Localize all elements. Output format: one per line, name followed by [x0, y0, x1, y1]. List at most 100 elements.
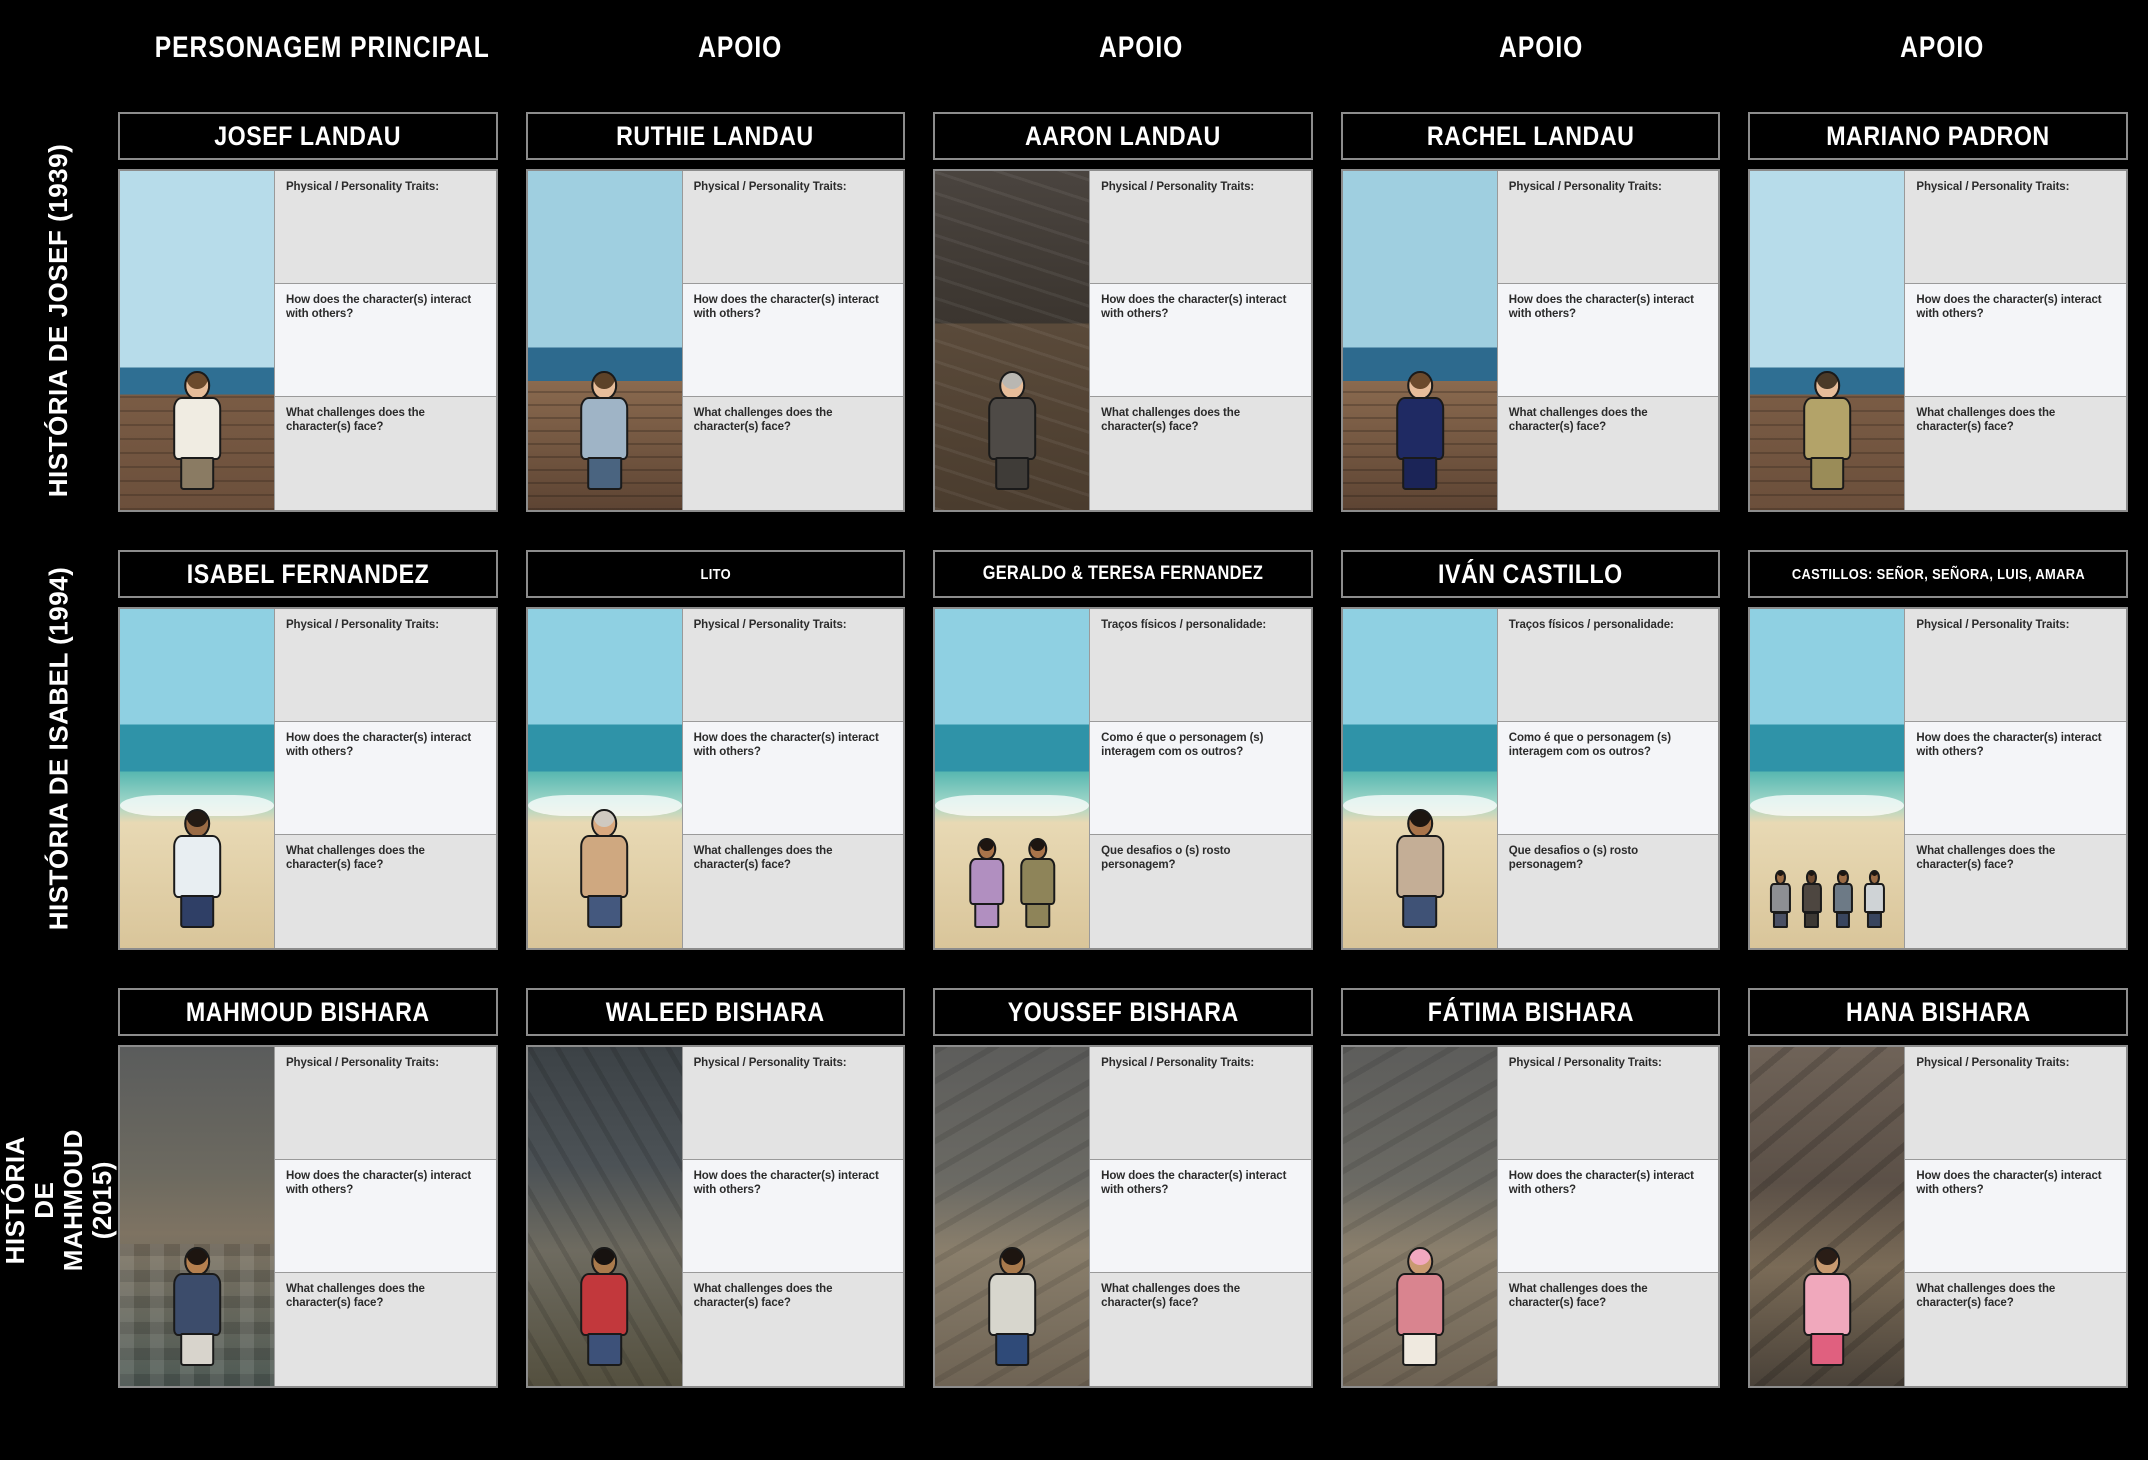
character-illustration[interactable] — [527, 171, 682, 510]
prompt-interact[interactable]: How does the character(s) interact with … — [681, 1160, 904, 1273]
prompt-challenges[interactable]: What challenges does the character(s) fa… — [1904, 835, 2126, 948]
prompt-interact[interactable]: How does the character(s) interact with … — [273, 722, 496, 835]
character-title-bar[interactable]: YOUSSEF BISHARA — [933, 988, 1313, 1036]
character-title-bar[interactable]: LITO — [525, 550, 906, 598]
character-title-bar[interactable]: JOSEF LANDAU — [118, 112, 498, 160]
prompt-challenges[interactable]: Que desafios o (s) rosto personagem? — [1089, 835, 1311, 948]
prompt-challenges[interactable]: What challenges does the character(s) fa… — [1089, 397, 1311, 510]
figure-legs — [994, 457, 1030, 490]
character-title-bar[interactable]: RUTHIE LANDAU — [525, 112, 906, 160]
character-illustration[interactable] — [120, 1047, 274, 1386]
prompt-traits[interactable]: Physical / Personality Traits: — [681, 1047, 904, 1160]
character-name: IVÁN CASTILLO — [1438, 558, 1623, 589]
prompt-traits[interactable]: Physical / Personality Traits: — [1496, 171, 1719, 284]
character-title-bar[interactable]: ISABEL FERNANDEZ — [118, 550, 498, 598]
character-illustration[interactable] — [1750, 171, 1905, 510]
character-illustration[interactable] — [1750, 609, 1905, 948]
prompt-interact[interactable]: How does the character(s) interact with … — [1496, 1160, 1719, 1273]
prompt-traits[interactable]: Traços físicos / personalidade: — [1496, 609, 1719, 722]
character-cell[interactable]: JOSEF LANDAU Physical / Personality Trait… — [118, 112, 498, 512]
character-title-bar[interactable]: WALEED BISHARA — [525, 988, 906, 1036]
prompt-challenges[interactable]: What challenges does the character(s) fa… — [1904, 1273, 2126, 1386]
prompt-traits[interactable]: Physical / Personality Traits: — [681, 171, 904, 284]
character-cell[interactable]: FÁTIMA BISHARA Physical / Personality Tra… — [1340, 988, 1721, 1388]
character-title-bar[interactable]: AARON LANDAU — [933, 112, 1313, 160]
character-title-bar[interactable]: RACHEL LANDAU — [1340, 112, 1721, 160]
character-illustration[interactable] — [1750, 1047, 1905, 1386]
character-illustration[interactable] — [1342, 609, 1497, 948]
prompt-traits[interactable]: Physical / Personality Traits: — [1904, 171, 2126, 284]
prompt-challenges[interactable]: What challenges does the character(s) fa… — [273, 397, 496, 510]
character-cell[interactable]: WALEED BISHARA Physical / Personality Tra… — [525, 988, 906, 1388]
character-illustration[interactable] — [1342, 171, 1497, 510]
prompt-traits[interactable]: Physical / Personality Traits: — [1089, 171, 1311, 284]
character-cell[interactable]: GERALDO & TERESA FERNANDEZ Traços físicos… — [933, 550, 1313, 950]
prompt-challenges[interactable]: What challenges does the character(s) fa… — [681, 835, 904, 948]
prompt-challenges-label: What challenges does the character(s) fa… — [1508, 407, 1648, 434]
character-illustration[interactable] — [527, 1047, 682, 1386]
prompt-traits[interactable]: Physical / Personality Traits: — [1496, 1047, 1719, 1160]
prompt-traits[interactable]: Physical / Personality Traits: — [273, 609, 496, 722]
prompt-challenges[interactable]: What challenges does the character(s) fa… — [1904, 397, 2126, 510]
character-cell[interactable]: CASTILLOS: SEÑOR, SEÑORA, LUIS, AMARA Phy… — [1748, 550, 2128, 950]
character-figure-single — [1389, 370, 1451, 490]
character-cell[interactable]: RACHEL LANDAU Physical / Personality Trai… — [1340, 112, 1721, 512]
prompt-interact-label: How does the character(s) interact with … — [285, 732, 472, 759]
prompt-interact[interactable]: Como é que o personagem (s) interagem co… — [1089, 722, 1311, 835]
prompt-challenges[interactable]: What challenges does the character(s) fa… — [681, 397, 904, 510]
prompt-interact-label: How does the character(s) interact with … — [693, 1170, 879, 1197]
character-illustration[interactable] — [120, 171, 274, 510]
prompt-panels: Physical / Personality Traits: How does t… — [681, 1047, 904, 1386]
prompt-traits[interactable]: Physical / Personality Traits: — [681, 609, 904, 722]
character-illustration[interactable] — [120, 609, 274, 948]
prompt-traits[interactable]: Physical / Personality Traits: — [1089, 1047, 1311, 1160]
prompt-interact[interactable]: How does the character(s) interact with … — [273, 284, 496, 397]
character-cell[interactable]: MAHMOUD BISHARA Physical / Personality Tr… — [118, 988, 498, 1388]
prompt-interact[interactable]: How does the character(s) interact with … — [681, 284, 904, 397]
prompt-interact[interactable]: How does the character(s) interact with … — [1089, 284, 1311, 397]
prompt-challenges[interactable]: What challenges does the character(s) fa… — [1496, 1273, 1719, 1386]
character-title-bar[interactable]: MAHMOUD BISHARA — [118, 988, 498, 1036]
prompt-interact[interactable]: How does the character(s) interact with … — [1496, 284, 1719, 397]
character-title-bar[interactable]: HANA BISHARA — [1748, 988, 2128, 1036]
character-title-bar[interactable]: MARIANO PADRON — [1748, 112, 2128, 160]
prompt-challenges[interactable]: What challenges does the character(s) fa… — [681, 1273, 904, 1386]
prompt-interact[interactable]: How does the character(s) interact with … — [681, 722, 904, 835]
prompt-interact[interactable]: How does the character(s) interact with … — [273, 1160, 496, 1273]
character-title-bar[interactable]: FÁTIMA BISHARA — [1340, 988, 1721, 1036]
character-cell[interactable]: MARIANO PADRON Physical / Personality Tra… — [1748, 112, 2128, 512]
prompt-interact[interactable]: How does the character(s) interact with … — [1089, 1160, 1311, 1273]
character-cell[interactable]: YOUSSEF BISHARA Physical / Personality Tr… — [933, 988, 1313, 1388]
prompt-panels: Physical / Personality Traits: How does t… — [1089, 1047, 1311, 1386]
prompt-interact[interactable]: How does the character(s) interact with … — [1904, 284, 2126, 397]
character-cell[interactable]: LITO Physical / Personality Traits: How do… — [525, 550, 906, 950]
prompt-traits[interactable]: Traços físicos / personalidade: — [1089, 609, 1311, 722]
character-cell[interactable]: HANA BISHARA Physical / Personality Trait… — [1748, 988, 2128, 1388]
prompt-challenges[interactable]: What challenges does the character(s) fa… — [273, 835, 496, 948]
prompt-challenges[interactable]: What challenges does the character(s) fa… — [1089, 1273, 1311, 1386]
character-illustration[interactable] — [935, 171, 1090, 510]
character-illustration[interactable] — [935, 1047, 1090, 1386]
character-title-bar[interactable]: IVÁN CASTILLO — [1340, 550, 1721, 598]
row-label-text: HISTÓRIA DE JOSEF (1939) — [43, 143, 74, 497]
prompt-interact[interactable]: How does the character(s) interact with … — [1904, 722, 2126, 835]
prompt-traits[interactable]: Physical / Personality Traits: — [273, 171, 496, 284]
prompt-traits[interactable]: Physical / Personality Traits: — [1904, 609, 2126, 722]
prompt-traits[interactable]: Physical / Personality Traits: — [273, 1047, 496, 1160]
character-title-bar[interactable]: GERALDO & TERESA FERNANDEZ — [933, 550, 1313, 598]
character-cell[interactable]: AARON LANDAU Physical / Personality Trait… — [933, 112, 1313, 512]
prompt-interact[interactable]: Como é que o personagem (s) interagem co… — [1496, 722, 1719, 835]
character-cell[interactable]: ISABEL FERNANDEZ Physical / Personality T… — [118, 550, 498, 950]
prompt-challenges[interactable]: What challenges does the character(s) fa… — [273, 1273, 496, 1386]
character-title-bar[interactable]: CASTILLOS: SEÑOR, SEÑORA, LUIS, AMARA — [1748, 550, 2128, 598]
character-cell[interactable]: IVÁN CASTILLO Traços físicos / personalid… — [1340, 550, 1721, 950]
prompt-challenges[interactable]: What challenges does the character(s) fa… — [1496, 397, 1719, 510]
character-illustration[interactable] — [935, 609, 1090, 948]
character-illustration[interactable] — [1342, 1047, 1497, 1386]
character-cell[interactable]: RUTHIE LANDAU Physical / Personality Trai… — [525, 112, 906, 512]
character-illustration[interactable] — [527, 609, 682, 948]
prompt-interact[interactable]: How does the character(s) interact with … — [1904, 1160, 2126, 1273]
prompt-panels: Physical / Personality Traits: How does t… — [1904, 171, 2126, 510]
prompt-challenges[interactable]: Que desafios o (s) rosto personagem? — [1496, 835, 1719, 948]
prompt-traits[interactable]: Physical / Personality Traits: — [1904, 1047, 2126, 1160]
